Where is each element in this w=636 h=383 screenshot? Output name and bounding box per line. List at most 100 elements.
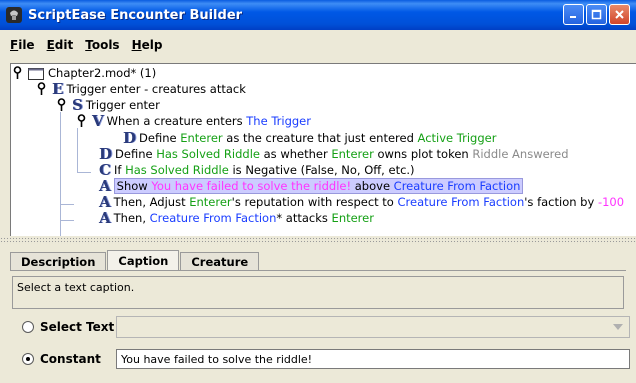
define-variable[interactable]: Has Solved Riddle <box>156 147 260 161</box>
tree-item-root-label: Chapter2.mod* (1) <box>48 66 157 80</box>
menu-file-mnemonic: F <box>10 38 19 52</box>
window-title: ScriptEase Encounter Builder <box>28 7 243 23</box>
tree-item-action-adjust[interactable]: A Then, Adjust Enterer's reputation with… <box>99 194 624 210</box>
action-text: above <box>351 179 394 193</box>
tree-item-action-show[interactable]: A Show You have failed to solve the ridd… <box>99 177 524 195</box>
tree-item-define-enterer[interactable]: D Define Enterer as the creature that ju… <box>123 130 496 146</box>
define-text: Define <box>139 131 181 145</box>
constant-text-input[interactable] <box>116 349 630 369</box>
trigger-text: When a creature enters <box>106 114 247 128</box>
menu-edit-label: dit <box>54 38 74 52</box>
minimize-button[interactable] <box>563 4 584 25</box>
maximize-button[interactable] <box>586 4 607 25</box>
define-variable[interactable]: Enterer <box>180 131 222 145</box>
action-caption-param[interactable]: You have failed to solve the riddle! <box>151 179 351 193</box>
tree-item-situation[interactable]: S Trigger enter <box>57 97 160 113</box>
app-window: ScriptEase Encounter Builder File Edit T… <box>0 0 636 383</box>
tree-item-define-solved[interactable]: D Define Has Solved Riddle as whether En… <box>99 146 569 162</box>
action-letter-icon: A <box>99 177 111 195</box>
define-param[interactable]: Riddle Answered <box>472 147 568 161</box>
define-text: owns plot token <box>373 147 473 161</box>
define-letter-icon: D <box>123 129 137 147</box>
menu-bar: File Edit Tools Help <box>0 30 636 60</box>
tree-item-define-enterer-label: Define Enterer as the creature that just… <box>139 131 496 145</box>
tab-caption[interactable]: Caption <box>107 250 180 270</box>
action-param[interactable]: Enterer <box>332 211 374 225</box>
tab-bar: Description Caption Creature <box>10 250 260 270</box>
expand-key-icon <box>37 82 46 95</box>
select-text-label: Select Text <box>40 320 115 334</box>
select-text-dropdown <box>116 316 630 338</box>
close-icon <box>615 10 624 19</box>
tree-item-trigger-label: When a creature enters The Trigger <box>107 114 311 128</box>
title-bar[interactable]: ScriptEase Encounter Builder <box>0 0 636 30</box>
constant-radio[interactable] <box>22 353 34 365</box>
tree-guide-line <box>77 172 91 173</box>
define-text: Define <box>115 147 157 161</box>
action-letter-icon: A <box>99 193 111 211</box>
menu-tools-mnemonic: T <box>85 38 92 52</box>
constant-option[interactable]: Constant <box>22 349 101 369</box>
encounter-letter-icon: E <box>52 80 64 98</box>
action-param[interactable]: -100 <box>598 195 624 209</box>
action-text: Then, <box>113 211 150 225</box>
tree-guide-line <box>60 112 61 236</box>
define-param[interactable]: Active Trigger <box>418 131 497 145</box>
tree-item-encounter[interactable]: E Trigger enter - creatures attack <box>37 81 246 97</box>
action-text: * attacks <box>276 211 332 225</box>
tab-creature[interactable]: Creature <box>180 252 260 270</box>
app-icon <box>6 7 22 23</box>
tree-guide-line <box>60 204 74 205</box>
tab-panel-border <box>10 270 626 271</box>
trigger-param[interactable]: The Trigger <box>246 114 311 128</box>
tree-item-action-attack[interactable]: A Then, Creature From Faction* attacks E… <box>99 210 374 226</box>
condition-text: is Negative (False, No, Off, etc.) <box>228 163 415 177</box>
menu-edit[interactable]: Edit <box>41 38 80 52</box>
tab-description[interactable]: Description <box>10 252 107 270</box>
action-param[interactable]: Creature From Faction <box>398 195 525 209</box>
menu-file-label: ile <box>18 38 35 52</box>
menu-tools-label: ools <box>91 38 120 52</box>
tree-item-condition[interactable]: C If Has Solved Riddle is Negative (Fals… <box>99 162 415 178</box>
tree-item-define-solved-label: Define Has Solved Riddle as whether Ente… <box>115 147 569 161</box>
define-letter-icon: D <box>99 145 113 163</box>
tree-item-condition-label: If Has Solved Riddle is Negative (False,… <box>114 163 415 177</box>
condition-param[interactable]: Has Solved Riddle <box>125 163 229 177</box>
menu-file[interactable]: File <box>4 38 41 52</box>
menu-tools[interactable]: Tools <box>79 38 125 52</box>
caption-description: Select a text caption. <box>12 276 624 309</box>
select-text-radio[interactable] <box>22 321 34 333</box>
action-letter-icon: A <box>99 209 111 227</box>
situation-letter-icon: S <box>72 96 83 114</box>
split-pane-divider[interactable] <box>0 237 636 244</box>
encounter-tree: Chapter2.mod* (1) E Trigger enter - crea… <box>10 63 636 236</box>
expand-key-icon <box>57 98 66 111</box>
close-button[interactable] <box>609 4 630 25</box>
define-param[interactable]: Enterer <box>331 147 373 161</box>
tree-item-root[interactable]: Chapter2.mod* (1) <box>13 65 156 81</box>
select-text-option[interactable]: Select Text <box>22 317 114 337</box>
define-text: as whether <box>259 147 332 161</box>
tree-item-action-show-label: Show You have failed to solve the riddle… <box>113 178 524 194</box>
action-text: Show <box>116 179 152 193</box>
window-controls <box>563 4 630 25</box>
menu-help-mnemonic: H <box>131 38 142 52</box>
menu-help[interactable]: Help <box>126 38 169 52</box>
action-text: 's faction by <box>524 195 598 209</box>
condition-letter-icon: C <box>99 161 111 179</box>
constant-label: Constant <box>40 352 101 366</box>
tree-item-situation-label: Trigger enter <box>85 98 160 112</box>
folder-icon <box>28 67 44 80</box>
trigger-letter-icon: V <box>92 112 104 130</box>
menu-help-label: elp <box>141 38 163 52</box>
tree-item-trigger[interactable]: V When a creature enters The Trigger <box>77 113 311 129</box>
action-param[interactable]: Enterer <box>189 195 231 209</box>
tree-item-action-attack-label: Then, Creature From Faction* attacks Ent… <box>114 211 374 225</box>
maximize-icon <box>591 9 602 20</box>
chevron-down-icon <box>613 324 623 330</box>
tree-item-action-adjust-label: Then, Adjust Enterer's reputation with r… <box>114 195 624 209</box>
action-param[interactable]: Creature From Faction <box>394 179 521 193</box>
tree-guide-line <box>77 128 78 172</box>
action-param[interactable]: Creature From Faction <box>150 211 277 225</box>
menu-edit-mnemonic: E <box>46 38 55 52</box>
